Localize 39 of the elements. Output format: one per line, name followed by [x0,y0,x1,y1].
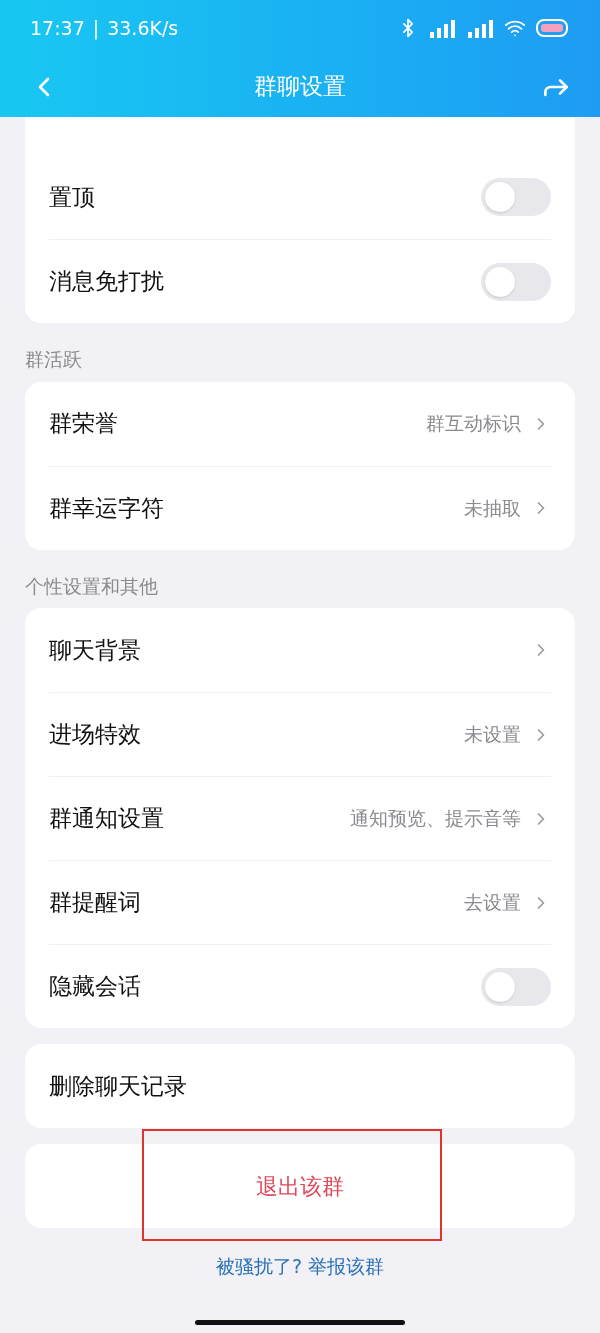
status-time: 17:37 [30,15,85,41]
row-value: 去设置 [464,890,521,916]
row-label: 聊天背景 [49,635,141,665]
section-header: 群活跃 [24,347,83,372]
settings-row[interactable]: 删除聊天记录 [49,1044,551,1128]
row-label: 消息免打扰 [49,267,164,297]
toggle-switch[interactable] [481,967,551,1006]
network-speed: 33.6K/s [107,15,179,41]
row-label: 群幸运字符 [49,493,164,523]
row-label: 删除聊天记录 [49,1071,187,1101]
row-label: 置顶 [49,182,95,212]
row-label: 群提醒词 [49,888,141,918]
settings-row[interactable]: 聊天背景 [49,608,551,692]
status-separator: | [92,15,100,42]
row-value: 未抽取 [464,495,521,521]
settings-row[interactable]: 消息免打扰 [49,239,551,323]
row-label: 群荣誉 [49,409,118,439]
settings-row[interactable]: 群幸运字符 未抽取 [49,465,551,550]
row-label: 群通知设置 [49,804,164,834]
battery-icon [536,17,570,39]
signal-icon [466,18,494,38]
settings-row[interactable]: 群通知设置 通知预览、提示音等 [49,776,551,860]
row-label: 隐藏会话 [49,972,141,1002]
toggle-switch[interactable] [481,178,551,216]
row-value: 未设置 [464,722,521,748]
report-link[interactable]: 被骚扰了? 举报该群 [215,1252,385,1281]
toggle-switch[interactable] [481,262,551,301]
row-value: 通知预览、提示音等 [350,806,521,832]
signal-icon [428,18,456,38]
settings-row[interactable]: 隐藏会话 [49,944,551,1028]
exit-group-button[interactable]: 退出该群 [240,1161,360,1211]
settings-row[interactable]: 群荣誉 群互动标识 [49,381,551,466]
settings-row[interactable]: 进场特效 未设置 [49,692,551,776]
settings-row[interactable]: 群提醒词 去设置 [49,860,551,944]
page-title: 群聊设置 [254,72,346,102]
row-value: 群互动标识 [426,411,521,437]
section-header: 个性设置和其他 [24,573,159,599]
row-label: 进场特效 [49,720,141,750]
settings-row[interactable]: 置顶 [49,155,551,239]
